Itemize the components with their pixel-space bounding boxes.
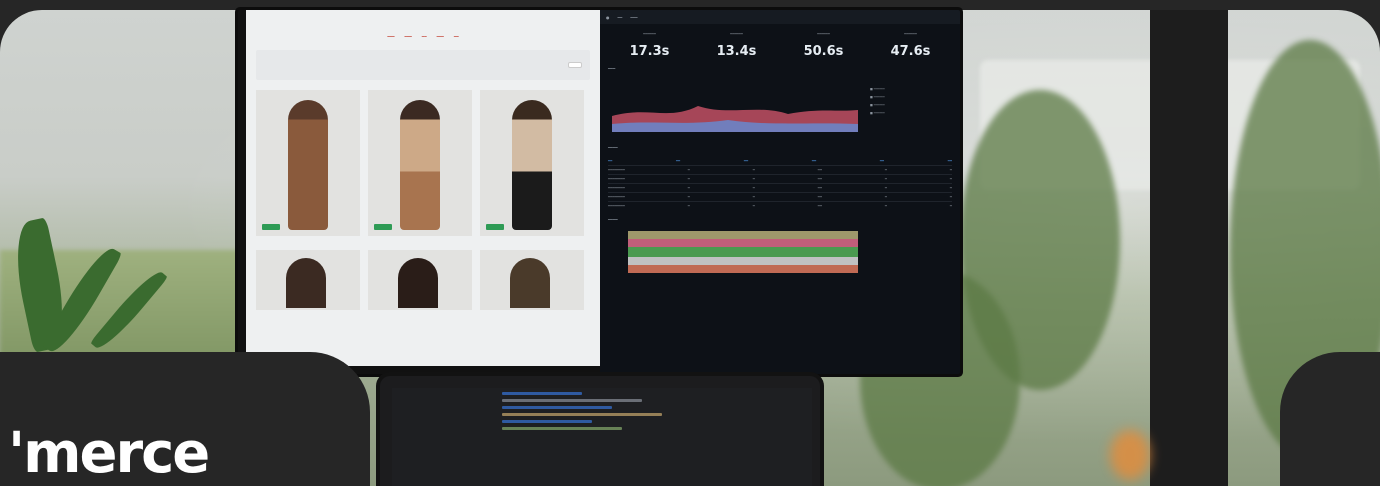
stat-value: 13.4s: [716, 44, 757, 59]
product-card[interactable]: [480, 90, 584, 236]
product-card[interactable]: [256, 90, 360, 236]
panel-title: ━━━━: [608, 217, 618, 222]
hero-image: ━━━ ━━━ ━━ ━━━ ━━ ● ━━ ━━━ ━━━━━━ 17.3s ━━━━━━ 1…: [0, 0, 1380, 486]
stat-value: 47.6s: [890, 44, 931, 59]
shop-filter-bar: [256, 50, 590, 80]
badge: [374, 224, 392, 230]
shop-logo: [246, 10, 600, 34]
window-pillar: [1150, 10, 1228, 486]
ecommerce-shop-screen: ━━━ ━━━ ━━ ━━━ ━━: [246, 10, 600, 366]
desktop-monitor: ━━━ ━━━ ━━ ━━━ ━━ ● ━━ ━━━ ━━━━━━ 17.3s ━━━━━━ 1…: [238, 10, 960, 374]
brand-wordmark: 'merce: [8, 421, 210, 486]
metrics-table: ━━ ━━ ━━ ━━ ━━ ━━ ━━━━━━━━ ━ ━ ━━ ━ ━ ━━━━━━━━ ━ ━ ━━…: [608, 159, 952, 210]
stat-card: ━━━━━━ 47.6s: [867, 32, 954, 59]
stat-value: 50.6s: [803, 44, 844, 59]
code-editor-screen: [392, 388, 812, 486]
filter-button[interactable]: [568, 62, 582, 68]
product-grid: [246, 82, 600, 244]
memory-stacked-chart: [628, 231, 858, 273]
table-row: ━━━━━━━━ ━ ━ ━━ ━ ━: [608, 192, 952, 201]
shop-nav: ━━━ ━━━ ━━ ━━━ ━━: [387, 34, 459, 39]
dashboard-topbar: ● ━━ ━━━: [600, 10, 960, 24]
panel-title: ━━━━: [608, 145, 618, 150]
product-grid-row: [246, 244, 600, 318]
svg-text:■ ━━━━━━: ■ ━━━━━━: [870, 95, 885, 99]
product-card[interactable]: [368, 250, 472, 310]
monitoring-dashboard: ● ━━ ━━━ ━━━━━━ 17.3s ━━━━━━ 13.4s ━━━━━━ 50.…: [600, 10, 960, 374]
badge: [486, 224, 504, 230]
table-row: ━━━━━━━━ ━ ━ ━━ ━ ━: [608, 201, 952, 210]
table-row: ━━━━━━━━ ━ ━ ━━ ━ ━: [608, 174, 952, 183]
table-row: ━━━━━━━━ ━ ━ ━━ ━ ━: [608, 183, 952, 192]
product-card[interactable]: [256, 250, 360, 310]
table-row: ━━━━━━━━ ━ ━ ━━ ━ ━: [608, 165, 952, 174]
corner-cutout: [1280, 352, 1380, 486]
product-card[interactable]: [480, 250, 584, 310]
svg-text:■ ━━━━━━: ■ ━━━━━━: [870, 103, 885, 107]
stat-row: ━━━━━━ 17.3s ━━━━━━ 13.4s ━━━━━━ 50.6s ━━━━…: [600, 24, 960, 63]
orange-light: [1110, 430, 1150, 480]
laptop: [380, 376, 820, 486]
cpu-area-chart: ■ ━━━━━━ ■ ━━━━━━ ■ ━━━━━━ ■ ━━━━━━: [612, 87, 885, 132]
product-card[interactable]: [368, 90, 472, 236]
svg-text:■ ━━━━━━: ■ ━━━━━━: [870, 111, 885, 115]
stat-card: ━━━━━━ 13.4s: [693, 32, 780, 59]
badge: [262, 224, 280, 230]
stat-value: 17.3s: [629, 44, 670, 59]
stat-card: ━━━━━━ 17.3s: [606, 32, 693, 59]
svg-text:■ ━━━━━━: ■ ━━━━━━: [870, 87, 885, 91]
stat-card: ━━━━━━ 50.6s: [780, 32, 867, 59]
panel-title: ━━━: [608, 66, 616, 71]
